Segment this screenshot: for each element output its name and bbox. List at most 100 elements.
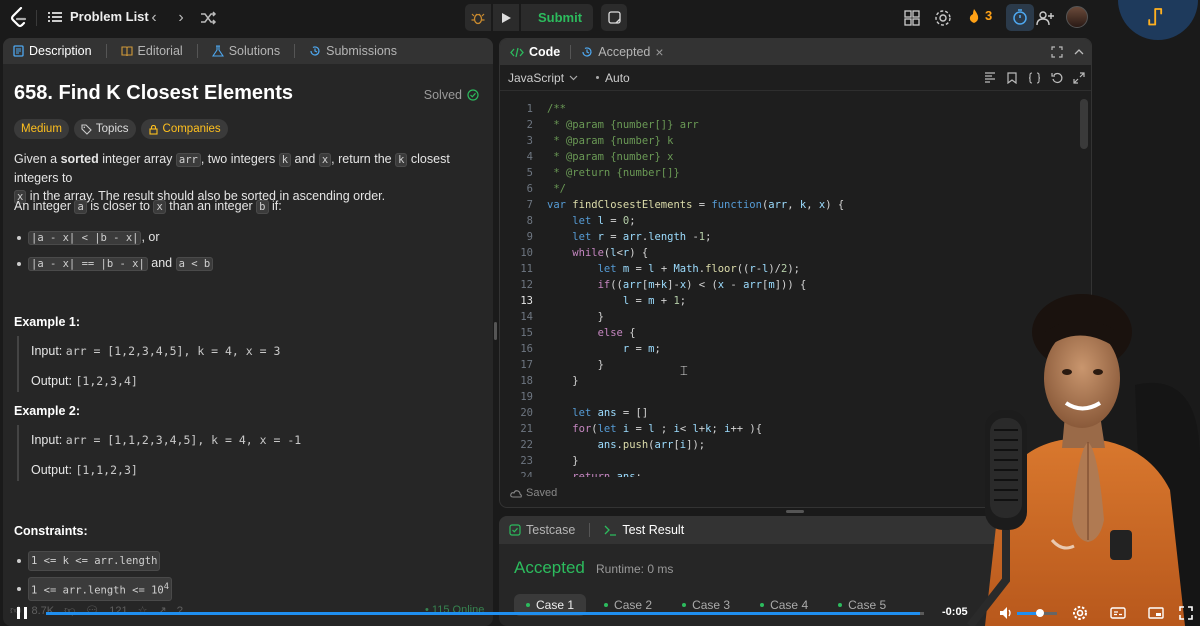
volume-icon[interactable] xyxy=(998,605,1014,621)
code-line[interactable]: 10 while(l<r) { xyxy=(500,245,1091,261)
topics-chip[interactable]: Topics xyxy=(73,119,136,139)
tab-accepted[interactable]: Accepted × xyxy=(581,44,664,60)
run-button[interactable] xyxy=(493,4,519,31)
line-code: let ans = [] xyxy=(572,407,649,419)
bookmark-icon[interactable] xyxy=(1007,72,1017,84)
code-line[interactable]: 1 /** xyxy=(500,101,1091,117)
line-number: 8 xyxy=(526,215,533,227)
line-number: 18 xyxy=(520,375,533,387)
tab-editorial[interactable]: Editorial xyxy=(120,44,183,58)
fullscreen-icon[interactable] xyxy=(1073,72,1085,84)
problem-list-button[interactable]: Problem List xyxy=(48,9,149,24)
submit-label: Submit xyxy=(537,10,583,25)
streak-count: 3 xyxy=(985,8,993,23)
code-line[interactable]: 4 * @param {number} x xyxy=(500,149,1091,165)
close-icon[interactable]: × xyxy=(655,44,663,60)
language-select[interactable]: JavaScript xyxy=(508,71,578,85)
prev-problem-button[interactable]: ‹ xyxy=(144,8,164,28)
text: than an integer xyxy=(165,199,257,213)
tab-solutions-label: Solutions xyxy=(228,44,281,58)
fire-icon xyxy=(969,8,979,23)
code-line[interactable]: 2 * @param {number[]} arr xyxy=(500,117,1091,133)
leetcode-logo-icon[interactable] xyxy=(10,7,28,29)
video-progress-bar[interactable] xyxy=(46,612,924,615)
code-line[interactable]: 7 var findClosestElements = function(arr,… xyxy=(500,197,1091,213)
code-line[interactable]: 6 */ xyxy=(500,181,1091,197)
text: is closer to xyxy=(86,199,154,213)
submit-button[interactable]: Submit xyxy=(521,4,593,31)
expand-icon[interactable] xyxy=(1051,46,1063,58)
line-code: * @param {number} k xyxy=(547,135,674,147)
panel-resize-handle[interactable] xyxy=(494,322,497,340)
gear-icon[interactable] xyxy=(1072,605,1088,621)
line-number: 11 xyxy=(520,263,533,275)
solved-label: Solved xyxy=(423,88,462,102)
example-1-input: Input: arr = [1,2,3,4,5], k = 4, x = 3 xyxy=(31,342,280,360)
code-line[interactable]: 8 let l = 0; xyxy=(500,213,1091,229)
next-problem-button[interactable]: › xyxy=(171,8,191,28)
text: , two integers xyxy=(200,152,279,166)
captions-icon[interactable] xyxy=(1110,605,1126,621)
value: arr = [1,2,3,4,5], k = 4, x = 3 xyxy=(65,344,281,358)
companies-chip[interactable]: Companies xyxy=(140,119,228,139)
line-number: 7 xyxy=(526,199,533,211)
gear-icon[interactable] xyxy=(933,8,953,28)
tab-description[interactable]: Description xyxy=(13,44,92,58)
tab-testcase[interactable]: Testcase xyxy=(509,523,575,537)
value: arr = [1,1,2,3,4,5], k = 4, x = -1 xyxy=(65,433,302,447)
timer-button[interactable] xyxy=(1006,4,1034,31)
streak-counter[interactable]: 3 xyxy=(968,8,992,23)
inline-code: |a - x| < |b - x| xyxy=(28,231,142,245)
inline-code: x xyxy=(153,200,166,214)
line-number: 5 xyxy=(526,167,533,179)
braces-icon[interactable] xyxy=(1028,72,1041,84)
inline-code: b xyxy=(256,200,269,214)
problem-list-label: Problem List xyxy=(70,9,149,24)
fullscreen-icon[interactable] xyxy=(1178,605,1194,621)
text: and xyxy=(291,152,319,166)
picture-in-picture-icon[interactable] xyxy=(1148,605,1164,621)
line-code: else { xyxy=(597,327,636,339)
code-line[interactable]: 3 * @param {number} k xyxy=(500,133,1091,149)
line-code: if((arr[m+k]-x) < (x - arr[m])) { xyxy=(597,279,807,291)
add-user-icon[interactable] xyxy=(1035,8,1055,28)
notes-button[interactable] xyxy=(601,4,627,31)
topics-label: Topics xyxy=(95,123,129,135)
reset-icon[interactable] xyxy=(1051,72,1063,84)
layout-icon[interactable] xyxy=(902,8,922,28)
tab-code[interactable]: Code xyxy=(510,45,560,59)
shuffle-icon[interactable] xyxy=(198,8,218,28)
format-icon[interactable] xyxy=(984,72,996,83)
editor-scrollbar[interactable] xyxy=(1080,99,1088,149)
tab-accepted-label: Accepted xyxy=(598,45,651,59)
text: An integer xyxy=(14,199,75,213)
tab-submissions[interactable]: Submissions xyxy=(309,44,397,58)
difficulty-badge: Medium xyxy=(14,119,69,139)
problem-title: 658. Find K Closest Elements xyxy=(14,82,293,104)
line-code: } xyxy=(547,455,579,467)
save-status: Saved xyxy=(510,487,557,499)
line-number: 16 xyxy=(520,343,533,355)
code-line[interactable]: 5 * @return {number[]} xyxy=(500,165,1091,181)
label: Output: xyxy=(31,463,72,477)
debug-button[interactable] xyxy=(465,4,491,31)
tab-solutions[interactable]: Solutions xyxy=(211,44,281,58)
line-number: 21 xyxy=(520,423,533,435)
auto-mode[interactable]: Auto xyxy=(596,71,630,85)
chevron-up-icon[interactable] xyxy=(1073,46,1085,58)
code-line[interactable]: 9 let r = arr.length -1; xyxy=(500,229,1091,245)
channel-logo: ⑀ xyxy=(1118,0,1198,40)
video-controls: -0:05 xyxy=(0,600,1200,626)
companies-label: Companies xyxy=(162,123,221,135)
pause-icon[interactable] xyxy=(14,605,30,621)
text-cursor-icon: ⌶ xyxy=(680,363,688,378)
code-line[interactable]: 11 let m = l + Math.floor((r-l)/2); xyxy=(500,261,1091,277)
line-code: */ xyxy=(547,183,566,195)
panel-resize-handle[interactable] xyxy=(786,510,804,513)
avatar[interactable] xyxy=(1066,6,1088,28)
line-number: 10 xyxy=(520,247,533,259)
line-number: 22 xyxy=(520,439,533,451)
book-icon xyxy=(120,46,133,57)
volume-knob[interactable] xyxy=(1036,609,1044,617)
tab-test-result[interactable]: Test Result xyxy=(604,523,684,537)
